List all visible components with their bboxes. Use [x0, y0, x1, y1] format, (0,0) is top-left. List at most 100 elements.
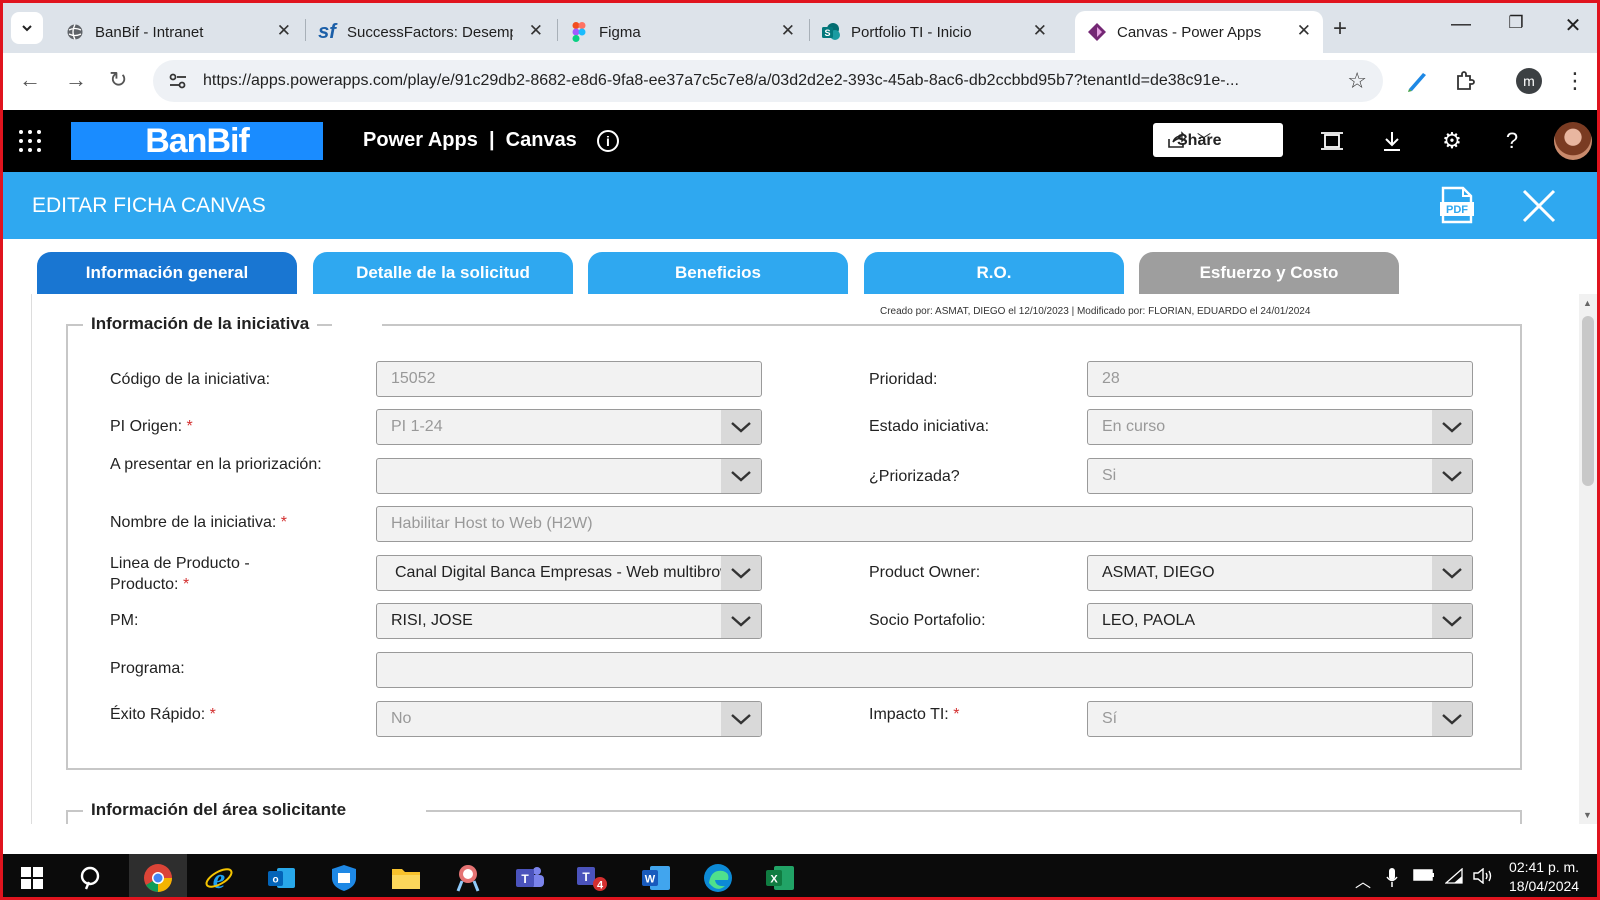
extension-pen-icon[interactable]	[1403, 67, 1431, 95]
security-shield-icon[interactable]	[327, 861, 361, 895]
fit-to-window-icon[interactable]	[1319, 128, 1345, 154]
restore-icon[interactable]: ❐	[1501, 13, 1531, 33]
nombre-input[interactable]: Habilitar Host to Web (H2W)	[376, 506, 1473, 542]
product-owner-dropdown[interactable]: ASMAT, DIEGO	[1087, 555, 1473, 591]
snipping-tool-icon[interactable]	[451, 861, 485, 895]
vertical-scrollbar[interactable]: ▲ ▼	[1579, 294, 1597, 824]
app-launcher-icon[interactable]	[19, 130, 41, 152]
browser-tab-successfactors[interactable]: sf SuccessFactors: Desempeño ✕	[305, 11, 555, 53]
back-icon[interactable]: ←	[19, 67, 41, 93]
edge-icon[interactable]	[701, 861, 735, 895]
chevron-down-icon[interactable]	[721, 702, 761, 736]
tray-chevron-up-icon[interactable]: ︿	[1355, 868, 1371, 892]
scroll-up-icon[interactable]: ▲	[1583, 298, 1592, 308]
chevron-down-icon[interactable]	[1432, 556, 1472, 590]
user-avatar[interactable]	[1554, 122, 1592, 160]
estado-dropdown[interactable]: En curso	[1087, 409, 1473, 445]
battery-icon[interactable]	[1413, 868, 1435, 887]
scroll-down-icon[interactable]: ▼	[1583, 810, 1592, 820]
chevron-down-icon[interactable]	[1432, 604, 1472, 638]
tab-detalle-solicitud[interactable]: Detalle de la solicitud	[313, 252, 573, 294]
pi-origen-value: PI 1-24	[391, 418, 443, 435]
volume-icon[interactable]	[1473, 867, 1493, 889]
new-tab-plus-icon[interactable]: +	[1333, 15, 1347, 43]
help-icon[interactable]: ?	[1499, 128, 1525, 154]
extensions-puzzle-icon[interactable]	[1451, 67, 1479, 95]
form-content: Creado por: ASMAT, DIEGO el 12/10/2023 |…	[31, 294, 1583, 824]
tab-title: BanBif - Intranet	[95, 23, 204, 41]
minimize-icon[interactable]: —	[1446, 13, 1476, 36]
tab-search-button[interactable]	[11, 12, 43, 44]
share-button[interactable]: Share ﹀	[1153, 123, 1283, 157]
svg-text:T: T	[582, 870, 590, 884]
kebab-menu-icon[interactable]: ⋮	[1561, 67, 1589, 95]
forward-icon[interactable]: →	[65, 67, 87, 93]
chevron-down-icon[interactable]	[1432, 459, 1472, 493]
site-info-icon[interactable]	[167, 70, 189, 92]
close-tab-icon[interactable]: ✕	[529, 21, 543, 41]
chevron-down-icon[interactable]	[721, 410, 761, 444]
browser-tab-figma[interactable]: Figma ✕	[557, 11, 807, 53]
socio-dropdown[interactable]: LEO, PAOLA	[1087, 603, 1473, 639]
internet-explorer-icon[interactable]: e	[202, 861, 236, 895]
exito-dropdown[interactable]: No	[376, 701, 762, 737]
required-mark: *	[280, 514, 287, 531]
file-explorer-icon[interactable]	[389, 861, 423, 895]
microphone-icon[interactable]	[1386, 868, 1398, 893]
teams-work-icon[interactable]: T4	[575, 861, 609, 895]
close-tab-icon[interactable]: ✕	[781, 21, 795, 41]
address-bar[interactable]: https://apps.powerapps.com/play/e/91c29d…	[153, 60, 1383, 102]
close-tab-icon[interactable]: ✕	[1297, 21, 1311, 41]
close-tab-icon[interactable]: ✕	[277, 21, 291, 41]
chevron-down-icon[interactable]	[721, 604, 761, 638]
window-close-icon[interactable]: ✕	[1558, 13, 1588, 38]
linea-producto-dropdown[interactable]: Canal Digital Banca Empresas - Web multi…	[376, 555, 762, 591]
programa-input[interactable]	[376, 652, 1473, 688]
download-icon[interactable]	[1379, 128, 1405, 154]
presentar-dropdown[interactable]	[376, 458, 762, 494]
tab-ro[interactable]: R.O.	[864, 252, 1124, 294]
chevron-down-icon[interactable]	[721, 459, 761, 493]
chrome-icon[interactable]	[141, 861, 175, 895]
chevron-down-icon[interactable]	[721, 556, 761, 590]
programa-label: Programa:	[110, 660, 185, 677]
word-icon[interactable]: W	[639, 861, 673, 895]
page-title: EDITAR FICHA CANVAS	[32, 194, 266, 217]
profile-avatar[interactable]: m	[1516, 68, 1542, 94]
estado-value: En curso	[1102, 418, 1166, 435]
share-label: Share	[1177, 131, 1222, 149]
search-icon[interactable]	[75, 861, 109, 895]
pi-origen-dropdown[interactable]: PI 1-24	[376, 409, 762, 445]
teams-icon[interactable]: T	[513, 861, 547, 895]
bookmark-star-icon[interactable]: ☆	[1347, 68, 1367, 94]
pdf-export-icon[interactable]: PDF	[1439, 186, 1475, 224]
reload-icon[interactable]: ↻	[109, 67, 127, 93]
windows-start-icon[interactable]	[15, 861, 49, 895]
tab-esfuerzo-costo[interactable]: Esfuerzo y Costo	[1139, 252, 1399, 294]
prioridad-value: 28	[1102, 370, 1120, 387]
pi-origen-label: PI Origen: *	[110, 418, 193, 435]
excel-icon[interactable]: X	[763, 861, 797, 895]
tab-beneficios[interactable]: Beneficios	[588, 252, 848, 294]
browser-tab-intranet[interactable]: BanBif - Intranet ✕	[53, 11, 303, 53]
impacto-dropdown[interactable]: Sí	[1087, 701, 1473, 737]
chevron-down-icon[interactable]	[1432, 702, 1472, 736]
info-icon[interactable]: i	[597, 130, 619, 152]
pm-dropdown[interactable]: RISI, JOSE	[376, 603, 762, 639]
chevron-down-icon[interactable]	[1432, 410, 1472, 444]
priorizada-dropdown[interactable]: Si	[1087, 458, 1473, 494]
scroll-thumb[interactable]	[1582, 316, 1594, 486]
screen-frame: BanBif - Intranet ✕ sf SuccessFactors: D…	[0, 0, 1600, 900]
sharepoint-icon: S	[821, 22, 841, 42]
close-tab-icon[interactable]: ✕	[1033, 21, 1047, 41]
banbif-logo: BanBif	[71, 122, 323, 160]
close-form-icon[interactable]	[1521, 188, 1557, 224]
outlook-icon[interactable]: o	[265, 861, 299, 895]
browser-tab-powerapps[interactable]: Canvas - Power Apps ✕	[1075, 11, 1323, 53]
tab-informacion-general[interactable]: Información general	[37, 252, 297, 294]
wifi-icon[interactable]	[1444, 867, 1463, 889]
system-clock[interactable]: 02:41 p. m. 18/04/2024	[1509, 858, 1579, 896]
settings-gear-icon[interactable]: ⚙	[1439, 128, 1465, 154]
browser-tab-portfolio[interactable]: S Portfolio TI - Inicio ✕	[809, 11, 1059, 53]
svg-text:W: W	[645, 874, 656, 886]
